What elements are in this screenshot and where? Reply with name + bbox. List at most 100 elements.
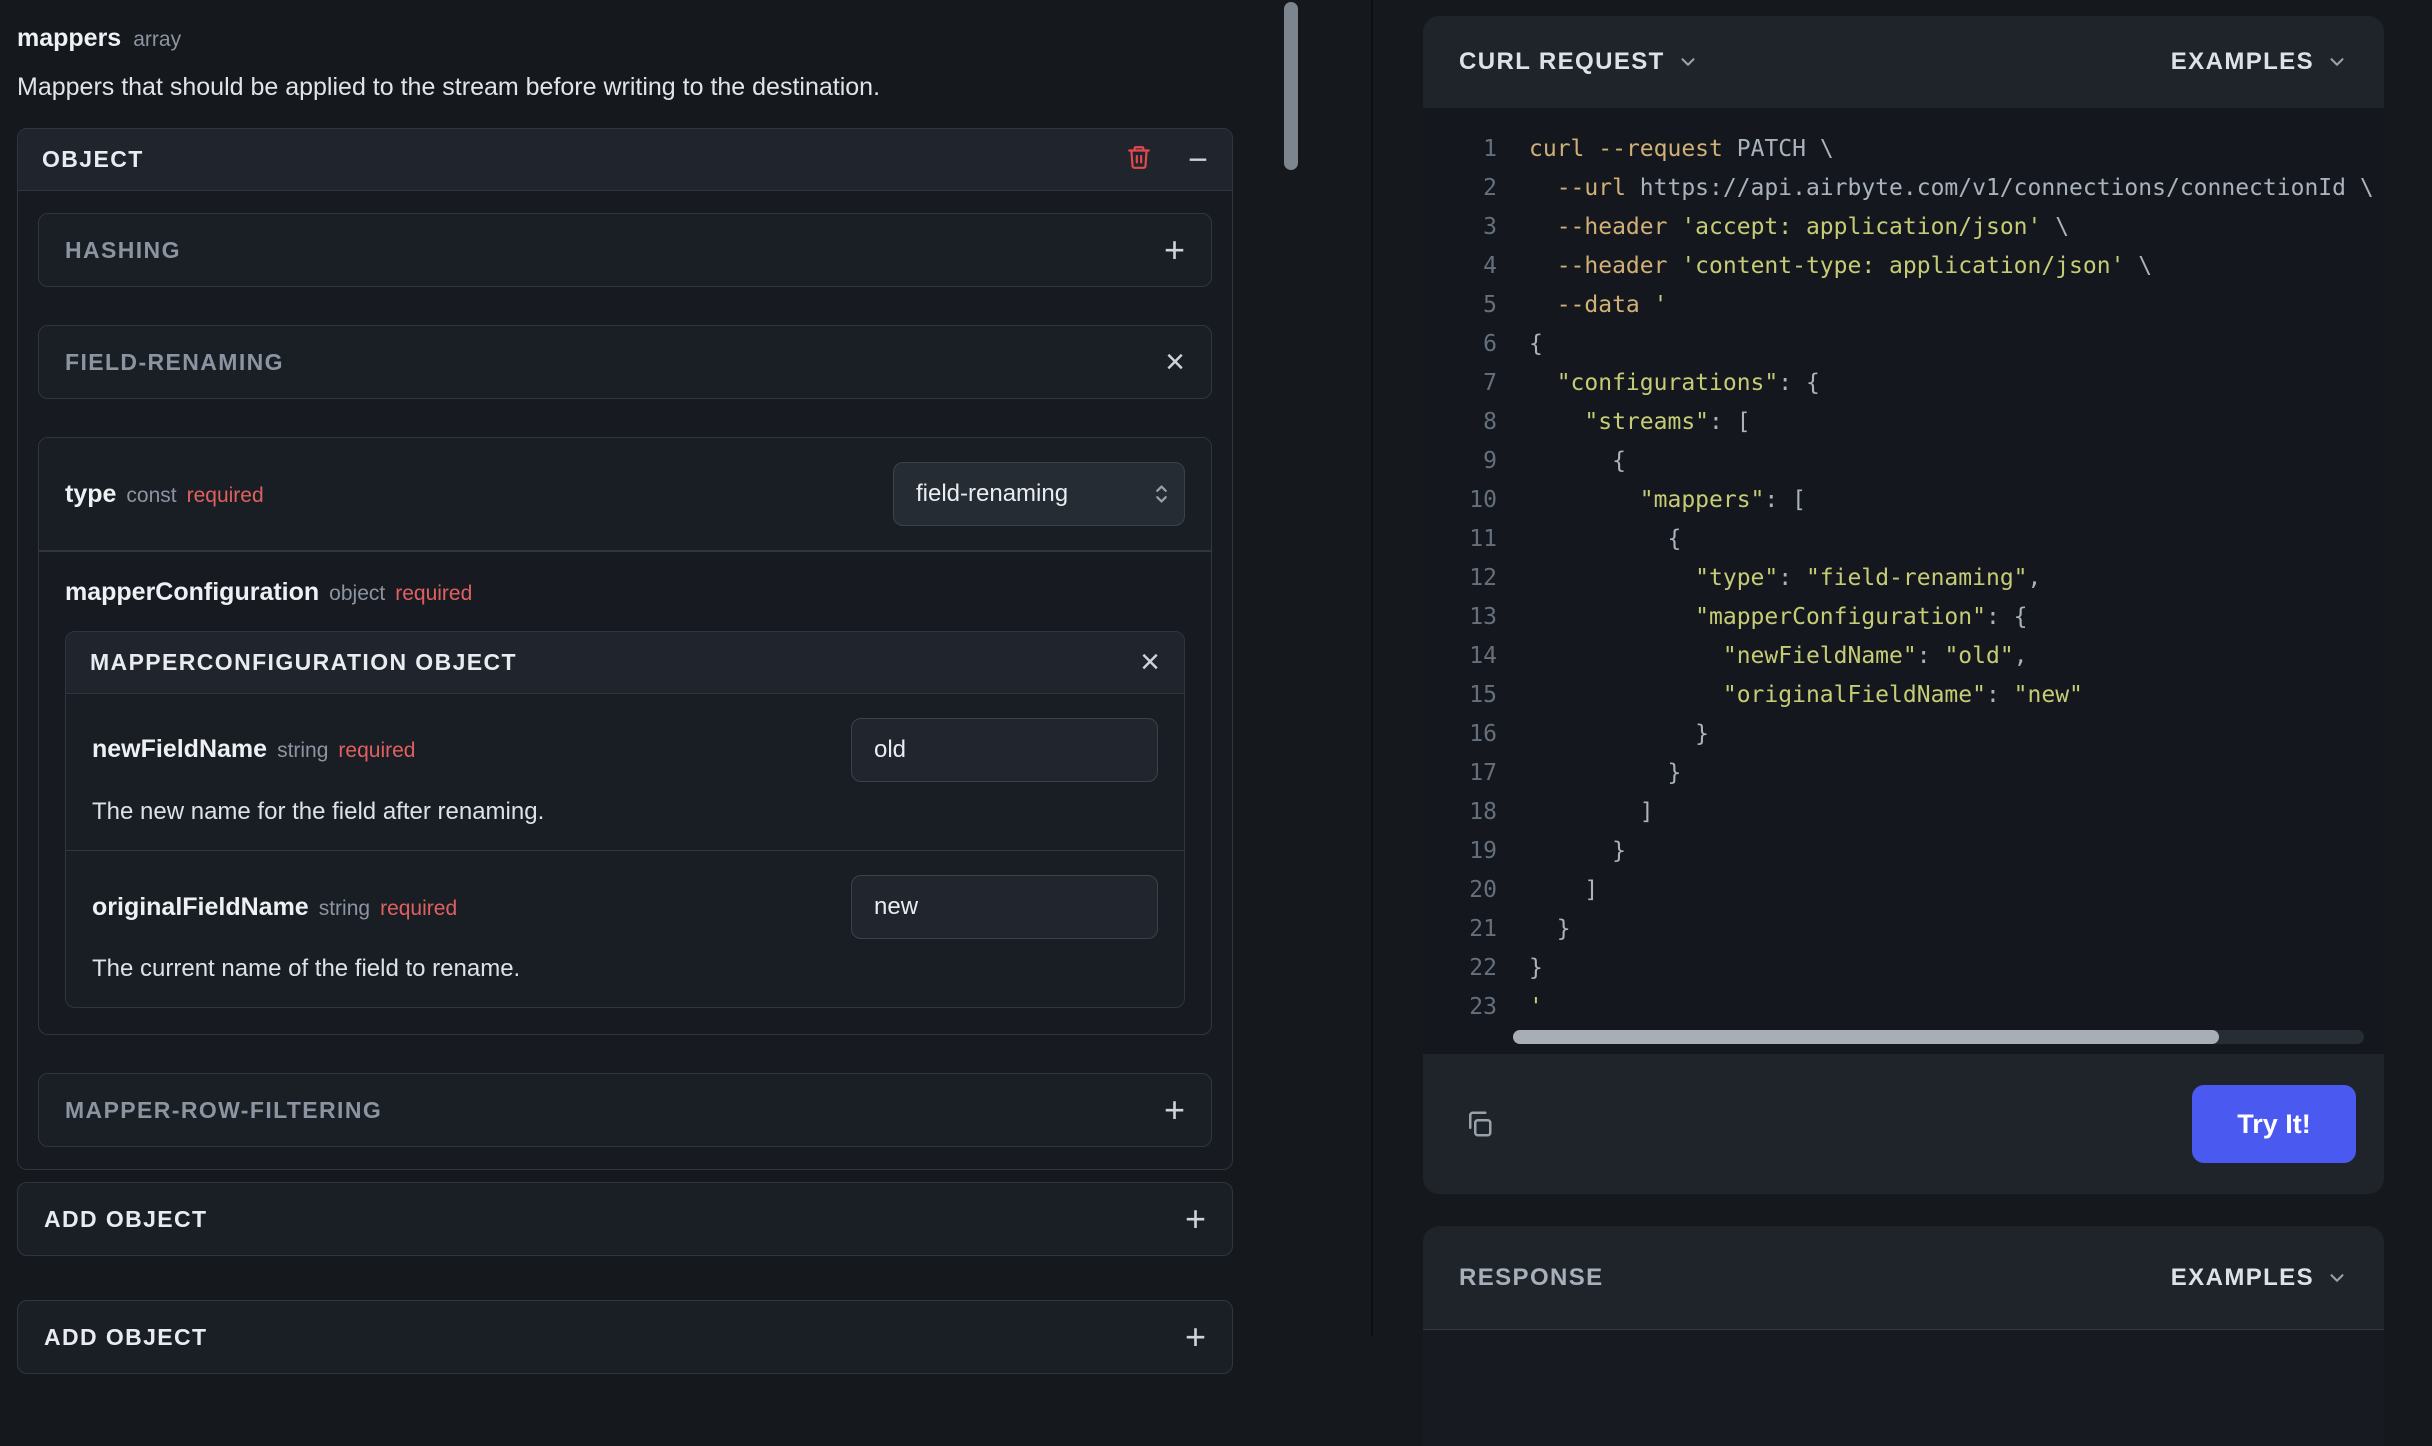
- mapper-configuration-panel: MAPPERCONFIGURATION OBJECT × newFieldNam…: [65, 630, 1185, 1008]
- field-kind: object: [329, 581, 386, 605]
- add-object-label: ADD OBJECT: [44, 1323, 208, 1350]
- hashing-section-toggle[interactable]: HASHING +: [38, 213, 1212, 287]
- field-name: mapperConfiguration: [65, 577, 320, 606]
- request-examples-dropdown[interactable]: EXAMPLES: [2171, 48, 2348, 76]
- mapper-configuration-panel-header: MAPPERCONFIGURATION OBJECT ×: [66, 631, 1184, 694]
- code-line: 1 curl --request PATCH \: [1449, 130, 2384, 169]
- line-number: 11: [1469, 526, 1497, 552]
- vertical-scrollbar[interactable]: [1284, 0, 1298, 1336]
- add-object-button-outer[interactable]: ADD OBJECT +: [17, 1300, 1233, 1374]
- code-line: 23 ': [1449, 988, 2384, 1027]
- required-badge: required: [338, 739, 416, 762]
- mappers-property-header: mappers array: [17, 24, 1250, 53]
- mapper-row-filtering-toggle[interactable]: MAPPER-ROW-FILTERING +: [38, 1073, 1212, 1147]
- chevron-down-icon: [1681, 58, 1695, 66]
- type-select[interactable]: field-renaming: [893, 462, 1185, 526]
- original-field-name-input[interactable]: [851, 875, 1158, 939]
- curl-request-card: CURL REQUEST EXAMPLES 1 curl --request PA…: [1423, 16, 2384, 1194]
- try-it-button[interactable]: Try It!: [2192, 1085, 2356, 1163]
- line-number: 20: [1469, 877, 1497, 903]
- code-line: 5 --data ': [1449, 286, 2384, 325]
- code-line: 6{: [1449, 325, 2384, 364]
- plus-icon[interactable]: +: [1185, 1201, 1206, 1237]
- code-line: 8 "streams": [: [1449, 403, 2384, 442]
- code-line: 14 "newFieldName": "old",: [1449, 637, 2384, 676]
- line-number: 14: [1469, 643, 1497, 669]
- property-name: mappers: [17, 24, 122, 52]
- add-object-label: ADD OBJECT: [44, 1205, 208, 1232]
- request-column: CURL REQUEST EXAMPLES 1 curl --request PA…: [1371, 0, 2432, 1446]
- examples-label: EXAMPLES: [2170, 1263, 2314, 1291]
- code-line: 2 --url https://api.airbyte.com/v1/conne…: [1449, 169, 2384, 208]
- new-field-name-input[interactable]: [851, 717, 1158, 782]
- plus-icon[interactable]: +: [1164, 232, 1185, 268]
- field-renaming-title: FIELD-RENAMING: [65, 348, 284, 375]
- line-number: 7: [1483, 370, 1497, 396]
- code-line: 21 }: [1449, 910, 2384, 949]
- curl-request-footer: Try It!: [1423, 1054, 2384, 1194]
- object-panel-body: HASHING + FIELD-RENAMING × type const re…: [18, 191, 1232, 1169]
- code-lines: 1 curl --request PATCH \ 2 --url https://a…: [1449, 130, 2384, 1027]
- code-line: 7 "configurations": {: [1449, 364, 2384, 403]
- line-number: 4: [1483, 253, 1497, 279]
- new-field-name-row: newFieldName string required The new nam…: [66, 693, 1184, 850]
- response-examples-dropdown[interactable]: EXAMPLES: [2171, 1264, 2348, 1292]
- line-number: 6: [1483, 331, 1497, 357]
- chevron-down-icon: [2330, 1273, 2344, 1282]
- code-line: 22}: [1449, 949, 2384, 988]
- collapse-minus-icon[interactable]: −: [1188, 143, 1208, 177]
- required-badge: required: [380, 896, 458, 920]
- response-card: RESPONSE EXAMPLES: [1423, 1226, 2384, 1446]
- line-number: 10: [1469, 487, 1497, 513]
- close-icon[interactable]: ×: [1140, 645, 1160, 679]
- line-number: 18: [1469, 799, 1497, 825]
- field-renaming-section-header[interactable]: FIELD-RENAMING ×: [38, 325, 1212, 399]
- object-panel-header: OBJECT −: [18, 129, 1232, 191]
- required-badge: required: [395, 581, 473, 605]
- schema-panel: mappers array Mappers that should be app…: [0, 0, 1250, 1374]
- code-line: 9 {: [1449, 442, 2384, 481]
- horizontal-scrollbar-thumb[interactable]: [1513, 1030, 2220, 1044]
- line-number: 23: [1469, 994, 1497, 1020]
- vertical-scrollbar-thumb[interactable]: [1284, 2, 1298, 170]
- field-kind: string: [277, 739, 329, 762]
- field-kind: string: [318, 896, 371, 920]
- field-description: The new name for the field after renamin…: [92, 797, 545, 825]
- object-panel-title: OBJECT: [42, 146, 144, 172]
- chevron-down-icon: [2330, 58, 2344, 66]
- line-number: 2: [1483, 175, 1497, 201]
- examples-label: EXAMPLES: [2170, 48, 2314, 75]
- line-number: 22: [1469, 955, 1497, 981]
- curl-request-header: CURL REQUEST EXAMPLES: [1423, 16, 2384, 108]
- copy-icon[interactable]: [1457, 1102, 1501, 1146]
- type-field-row: type const required field-renaming: [39, 438, 1211, 550]
- mapper-row-filtering-title: MAPPER-ROW-FILTERING: [65, 1096, 383, 1123]
- curl-request-title: CURL REQUEST: [1459, 48, 1665, 75]
- trash-icon[interactable]: [1126, 143, 1152, 176]
- code-line: 18 ]: [1449, 793, 2384, 832]
- line-number: 5: [1483, 292, 1497, 318]
- stepper-icon: [1156, 485, 1167, 503]
- horizontal-scrollbar[interactable]: [1513, 1030, 2364, 1044]
- plus-icon[interactable]: +: [1164, 1092, 1185, 1128]
- hashing-title: HASHING: [65, 236, 181, 263]
- code-block: 1 curl --request PATCH \ 2 --url https://a…: [1423, 108, 2384, 1054]
- object-panel-actions: −: [1126, 143, 1208, 177]
- code-line: 4 --header 'content-type: application/js…: [1449, 247, 2384, 286]
- add-object-button-inner[interactable]: ADD OBJECT +: [17, 1182, 1233, 1256]
- mapper-configuration-section: mapperConfiguration object required MAPP…: [39, 552, 1211, 1035]
- code-line: 12 "type": "field-renaming",: [1449, 559, 2384, 598]
- line-number: 21: [1469, 916, 1497, 942]
- code-line: 15 "originalFieldName": "new": [1449, 676, 2384, 715]
- close-icon[interactable]: ×: [1165, 345, 1185, 379]
- code-line: 10 "mappers": [: [1449, 481, 2384, 520]
- curl-request-dropdown[interactable]: CURL REQUEST: [1459, 48, 1699, 76]
- line-number: 8: [1483, 409, 1497, 435]
- required-badge: required: [186, 483, 264, 507]
- line-number: 16: [1469, 721, 1497, 747]
- line-number: 17: [1469, 760, 1497, 786]
- plus-icon[interactable]: +: [1185, 1319, 1206, 1355]
- line-number: 9: [1483, 448, 1497, 474]
- field-name: type: [65, 479, 117, 508]
- mapper-configuration-panel-title: MAPPERCONFIGURATION OBJECT: [90, 648, 517, 675]
